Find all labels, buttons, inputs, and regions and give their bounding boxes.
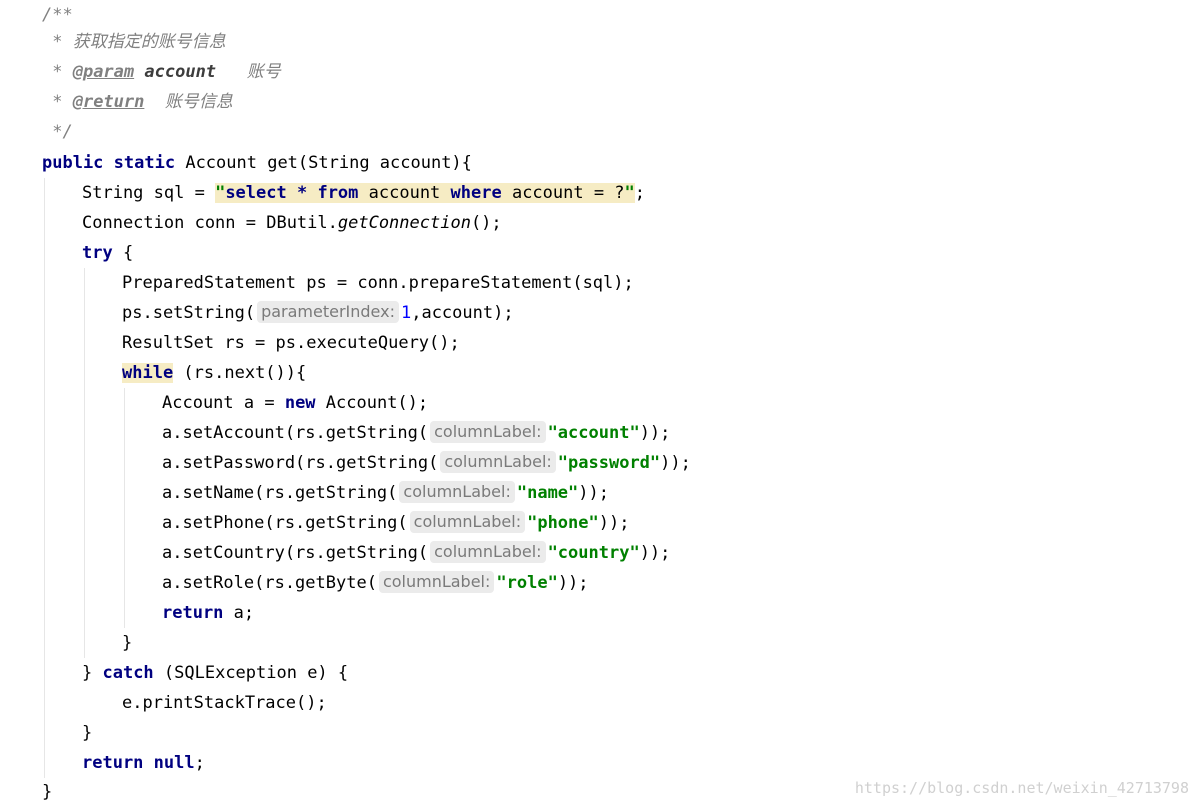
static-method-call: getConnection bbox=[337, 213, 471, 233]
keyword-return: return bbox=[82, 753, 144, 773]
return-a-line[interactable]: return a; bbox=[162, 598, 254, 628]
parameter-hint: columnLabel: bbox=[378, 571, 495, 593]
setter-line[interactable]: a.setName(rs.getString(columnLabel: "name… bbox=[162, 478, 609, 508]
indent-guide bbox=[44, 178, 45, 778]
set-string-line[interactable]: ps.setString(parameterIndex: 1,account); bbox=[122, 298, 514, 328]
doc-param-tag: @param bbox=[72, 62, 135, 82]
method-signature[interactable]: public static Account get(String account… bbox=[42, 148, 472, 178]
setter-line[interactable]: a.setPassword(rs.getString(columnLabel: "… bbox=[162, 448, 691, 478]
sql-where: where bbox=[450, 183, 502, 203]
doc-comment-line: * 获取指定的账号信息 bbox=[42, 27, 226, 57]
keyword-catch: catch bbox=[102, 663, 154, 683]
setter-line[interactable]: a.setRole(rs.getByte(columnLabel: "role")… bbox=[162, 568, 589, 598]
parameter-hint: columnLabel: bbox=[409, 511, 526, 533]
doc-close-text: */ bbox=[42, 122, 73, 142]
doc-open-text: /** bbox=[42, 5, 73, 25]
setter-line[interactable]: a.setCountry(rs.getString(columnLabel: "c… bbox=[162, 538, 670, 568]
keyword-static: static bbox=[113, 153, 176, 173]
string-literal: "phone" bbox=[527, 513, 599, 533]
keyword-return: return bbox=[162, 603, 224, 623]
doc-return-tag: @return bbox=[72, 92, 145, 112]
keyword-new: new bbox=[284, 393, 316, 413]
parameter-hint: columnLabel: bbox=[430, 421, 546, 443]
keyword-while: while bbox=[122, 363, 174, 383]
doc-comment-close: */ bbox=[42, 117, 73, 147]
doc-return-line: * @return 账号信息 bbox=[42, 87, 233, 117]
keyword-null: null bbox=[153, 753, 195, 773]
parameter-hint: parameterIndex: bbox=[257, 301, 399, 323]
parameter-hint: columnLabel: bbox=[430, 541, 546, 563]
doc-summary: * 获取指定的账号信息 bbox=[42, 32, 226, 52]
doc-comment-open: /** bbox=[42, 0, 73, 30]
watermark: https://blog.csdn.net/weixin_42713798 bbox=[854, 779, 1189, 797]
setter-line[interactable]: a.setAccount(rs.getString(columnLabel: "a… bbox=[162, 418, 670, 448]
try-line[interactable]: try { bbox=[82, 238, 133, 268]
string-literal: "name" bbox=[516, 483, 579, 503]
prepare-statement-line[interactable]: PreparedStatement ps = conn.prepareState… bbox=[122, 268, 634, 298]
new-account-line[interactable]: Account a = new Account(); bbox=[162, 388, 428, 418]
parameter-hint: columnLabel: bbox=[399, 481, 515, 503]
string-literal: "password" bbox=[557, 453, 661, 473]
doc-param-desc: 账号 bbox=[246, 62, 281, 82]
doc-star: * bbox=[42, 92, 73, 112]
keyword-try: try bbox=[82, 243, 113, 263]
doc-param-line: * @param account 账号 bbox=[42, 57, 281, 87]
number-literal: 1 bbox=[400, 303, 412, 323]
doc-star: * bbox=[42, 62, 73, 82]
catch-close-brace[interactable]: } bbox=[82, 718, 92, 748]
while-line[interactable]: while (rs.next()){ bbox=[122, 358, 306, 388]
indent-guide bbox=[124, 388, 125, 628]
setter-line[interactable]: a.setPhone(rs.getString(columnLabel: "pho… bbox=[162, 508, 629, 538]
return-null-line[interactable]: return null; bbox=[82, 748, 205, 778]
string-literal: "country" bbox=[547, 543, 640, 563]
method-close-brace[interactable]: } bbox=[42, 777, 52, 807]
sql-decl: String sql = bbox=[82, 183, 216, 203]
indent-guide bbox=[84, 268, 85, 658]
result-set-line[interactable]: ResultSet rs = ps.executeQuery(); bbox=[122, 328, 460, 358]
doc-return-desc: 账号信息 bbox=[164, 92, 233, 112]
keyword-public: public bbox=[42, 153, 104, 173]
sql-select: select bbox=[225, 183, 287, 203]
code-editor[interactable]: /** * 获取指定的账号信息 * @param account 账号 * @r… bbox=[0, 0, 1199, 807]
sql-from: from bbox=[317, 183, 359, 203]
print-stack-trace-line[interactable]: e.printStackTrace(); bbox=[122, 688, 327, 718]
string-literal: "account" bbox=[547, 423, 640, 443]
signature-rest: Account get(String account){ bbox=[175, 153, 472, 173]
catch-line[interactable]: } catch (SQLException e) { bbox=[82, 658, 348, 688]
while-close-brace[interactable]: } bbox=[122, 628, 132, 658]
string-literal: "role" bbox=[496, 573, 558, 593]
sql-declaration-line[interactable]: String sql = "select * from account wher… bbox=[82, 178, 645, 208]
doc-param-name: account bbox=[144, 62, 217, 82]
connection-line[interactable]: Connection conn = DButil.getConnection()… bbox=[82, 208, 502, 238]
sql-string-literal: "select * from account where account = ?… bbox=[215, 183, 635, 203]
parameter-hint: columnLabel: bbox=[440, 451, 556, 473]
